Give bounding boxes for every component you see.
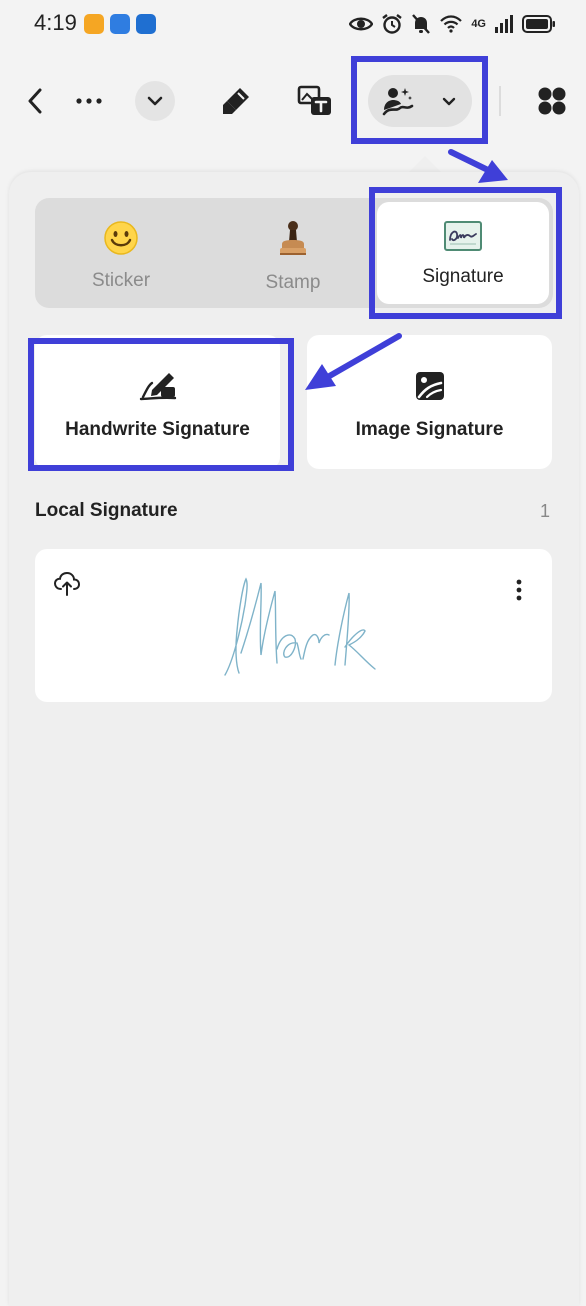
cloud-upload-icon[interactable] [53, 571, 81, 597]
signature-tool-pill [368, 75, 472, 127]
alarm-icon [382, 14, 403, 34]
toolbar-dropdown-button[interactable] [135, 56, 175, 146]
signature-tool-button[interactable] [368, 56, 472, 146]
image-icon [415, 372, 444, 400]
tab-sticker-label: Sticker [91, 270, 151, 291]
toolbar-dropdown-circle [135, 81, 175, 121]
more-icon [76, 98, 102, 104]
signal-icon [495, 15, 513, 33]
local-signature-count: 1 [539, 501, 550, 521]
asset-type-tabs: Sticker Stamp Signature [35, 198, 553, 308]
signature-tool-icon [382, 88, 414, 116]
chevron-down-icon [442, 97, 456, 105]
panel-pointer [409, 156, 441, 172]
handwrite-signature-label: Handwrite Signature [65, 419, 250, 440]
tab-signature-label: Signature [422, 266, 504, 287]
status-bar: 4:19 4G [0, 0, 586, 48]
more-vertical-icon[interactable] [516, 579, 522, 601]
handwrite-pen-icon [139, 373, 176, 401]
status-indicators: 4G [349, 12, 556, 36]
tab-sticker[interactable]: Sticker [35, 198, 207, 308]
tab-stamp-label: Stamp [265, 272, 321, 293]
blue-robot-app-icon [136, 14, 156, 34]
mute-icon [412, 14, 431, 34]
battery-icon [522, 15, 555, 33]
image-text-tool-button[interactable] [296, 56, 334, 146]
image-text-icon [297, 85, 331, 115]
status-time: 4:19 [34, 10, 77, 35]
apps-grid-button[interactable] [534, 56, 570, 146]
tab-stamp[interactable]: Stamp [207, 198, 379, 308]
handwrite-signature-button[interactable]: Handwrite Signature [35, 335, 280, 469]
signature-icon [444, 221, 482, 251]
local-signature-title: Local Signature [35, 500, 178, 521]
local-signature-card[interactable] [35, 549, 552, 702]
wifi-icon [440, 15, 463, 33]
chevron-down-icon [147, 96, 163, 106]
orange-app-icon [84, 14, 104, 34]
back-button[interactable] [20, 56, 50, 146]
highlighter-icon [223, 88, 249, 114]
back-icon [28, 88, 42, 114]
stamp-icon [280, 221, 306, 255]
saved-signature-image [224, 577, 376, 676]
network-type-label: 4G [471, 18, 486, 30]
highlighter-tool-button[interactable] [218, 56, 254, 146]
eye-icon [349, 17, 374, 31]
toolbar [0, 56, 586, 146]
more-button[interactable] [72, 56, 106, 146]
toolbar-divider [499, 86, 501, 116]
image-signature-label: Image Signature [355, 419, 504, 440]
smiley-icon [104, 221, 138, 255]
apps-grid-icon [538, 87, 566, 115]
tab-signature[interactable]: Signature [377, 202, 549, 304]
blue-app-icon [110, 14, 130, 34]
image-signature-button[interactable]: Image Signature [307, 335, 552, 469]
